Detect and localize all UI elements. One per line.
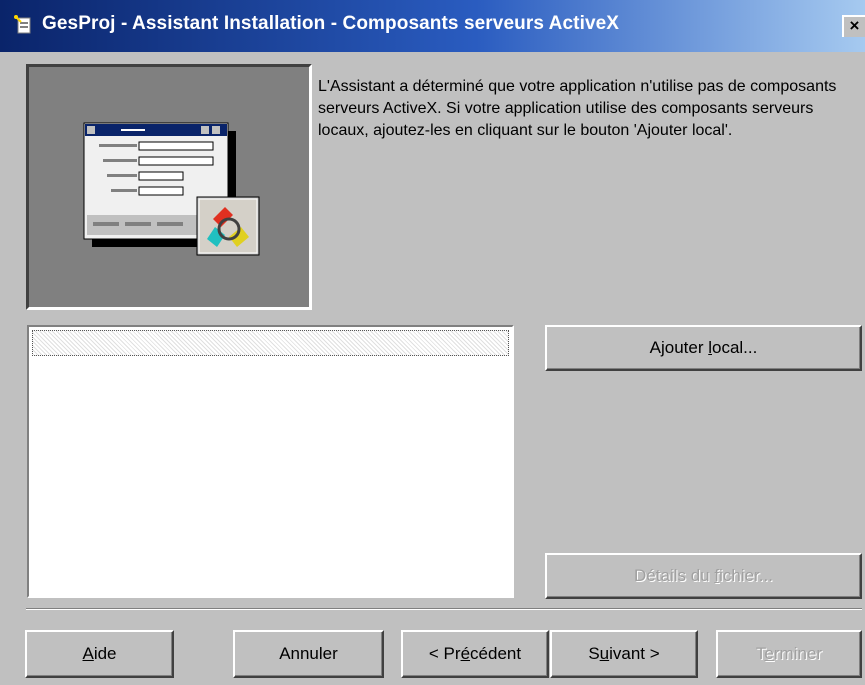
add-local-button[interactable]: Ajouter local... [545,325,862,371]
finish-label: Terminer [755,644,823,663]
close-button[interactable]: × [842,15,865,37]
file-details-label: Détails du fichier... [634,566,773,585]
previous-label: < Précédent [428,644,522,663]
window-title: GesProj - Assistant Installation - Compo… [42,13,620,34]
next-label: Suivant > [588,644,660,663]
help-button[interactable]: Aide [25,630,174,678]
next-button[interactable]: Suivant > [550,630,698,678]
activex-server-illustration-icon [83,122,260,256]
wizard-illustration [26,64,312,310]
previous-button[interactable]: < Précédent [401,630,549,678]
cancel-button[interactable]: Annuler [233,630,384,678]
title-bar[interactable]: GesProj - Assistant Installation - Compo… [0,0,865,52]
cancel-label: Annuler [279,644,338,663]
finish-button[interactable]: Terminer [716,630,862,678]
help-label: Aide [82,644,117,663]
setup-wizard-icon [14,15,31,34]
wizard-window: GesProj - Assistant Installation - Compo… [0,0,865,685]
list-focus-row[interactable] [32,330,509,356]
file-details-button[interactable]: Détails du fichier... [545,553,862,599]
separator [26,608,862,610]
wizard-description: L'Assistant a déterminé que votre applic… [318,78,837,139]
add-local-label: Ajouter local... [649,338,758,357]
activex-components-list[interactable] [27,325,514,598]
